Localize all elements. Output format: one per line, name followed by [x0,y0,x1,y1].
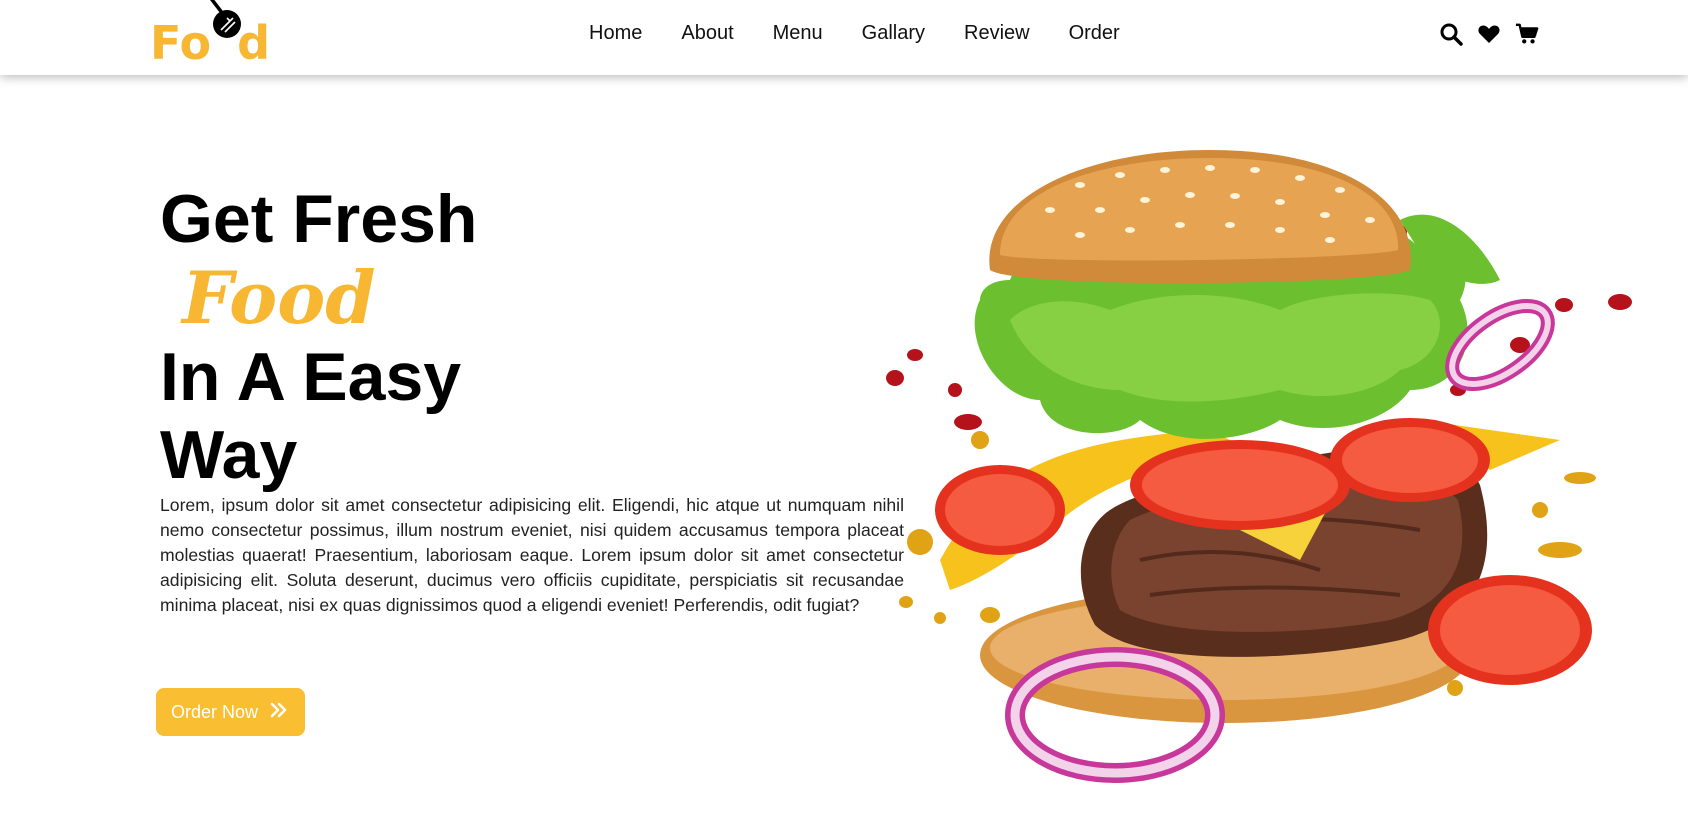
site-header: Fo d Home About Menu Gallary Review Orde… [0,0,1688,75]
double-chevron-right-icon [270,702,288,723]
hero-title: Get Fresh Food In A Easy Way [160,180,680,494]
logo[interactable]: Fo d [150,0,270,66]
logo-pan-icon [210,0,242,66]
hero-title-line3: Way [160,417,298,493]
nav-gallary[interactable]: Gallary [862,22,925,45]
search-icon[interactable] [1439,22,1463,46]
nav-review[interactable]: Review [964,22,1030,45]
nav-home[interactable]: Home [589,22,642,45]
cart-icon[interactable] [1515,22,1539,46]
nav-menu[interactable]: Menu [773,22,823,45]
hero-description: Lorem, ipsum dolor sit amet consectetur … [160,495,904,615]
hero-title-line2: In A Easy [160,339,462,415]
heart-icon[interactable] [1477,22,1501,46]
order-now-button[interactable]: Order Now [156,688,305,736]
nav-order[interactable]: Order [1069,22,1120,45]
nav-about[interactable]: About [681,22,733,45]
main-nav: Home About Menu Gallary Review Order [589,22,1159,45]
hero-title-accent: Food [182,255,376,340]
burger-image [886,150,1632,783]
order-now-label: Order Now [171,701,259,722]
hero-title-line1: Get Fresh [160,181,478,257]
header-icons [1439,22,1539,46]
